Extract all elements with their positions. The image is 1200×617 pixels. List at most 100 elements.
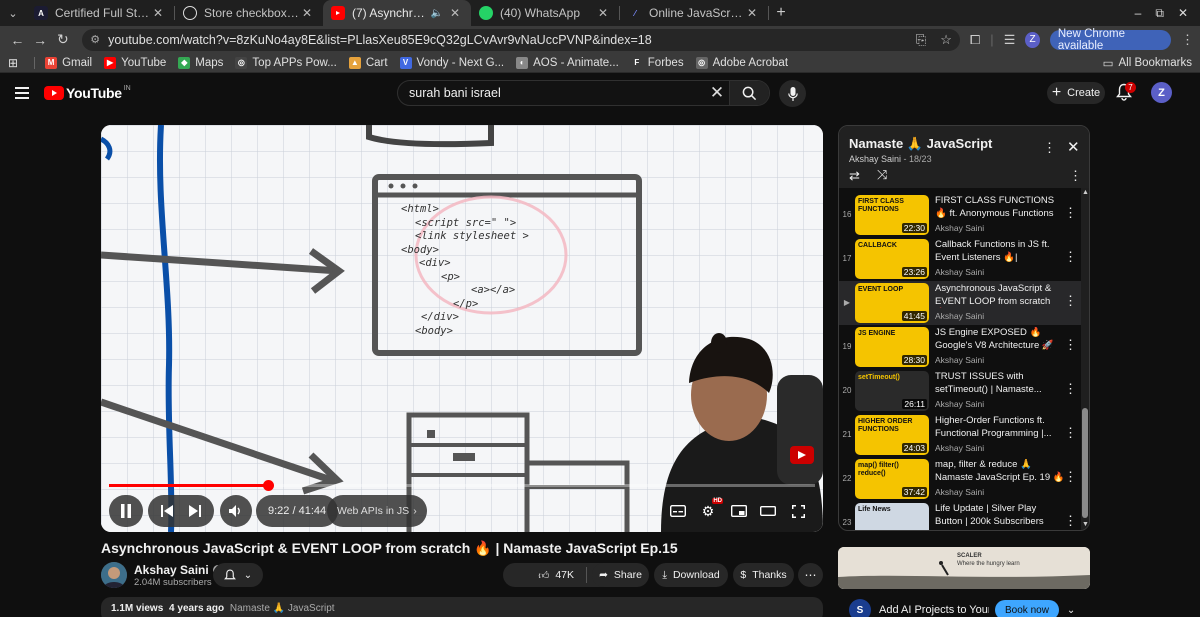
bookmark-star-icon[interactable]: ☆ bbox=[940, 32, 952, 48]
playlist-item[interactable]: 20 setTimeout() 26:11 TRUST ISSUES with set… bbox=[839, 369, 1081, 413]
new-tab-icon[interactable]: + bbox=[769, 0, 793, 26]
install-app-icon[interactable]: ⎘ bbox=[916, 32, 926, 48]
address-bar[interactable]: ⚙ youtube.com/watch?v=8zKuNo4ay8E&list=P… bbox=[82, 28, 960, 51]
bookmark-item[interactable]: V Vondy - Next G... bbox=[399, 56, 504, 69]
bookmark-item[interactable]: F Forbes bbox=[630, 56, 684, 69]
video-thumbnail[interactable]: map() filter() reduce() 37:42 bbox=[855, 459, 929, 499]
playlist-item[interactable]: 19 JS ENGINE 28:30 JS Engine EXPOSED 🔥 Goog… bbox=[839, 325, 1081, 369]
playlist-item-current[interactable]: ▶ EVENT LOOP 41:45 Asynchronous JavaScript … bbox=[839, 281, 1081, 325]
more-actions-button[interactable]: ⋯ bbox=[798, 563, 823, 587]
download-button[interactable]: ⤓ Download bbox=[654, 563, 728, 587]
item-menu-icon[interactable]: ⋮ bbox=[1064, 337, 1077, 353]
chevron-down-icon[interactable]: ⌄ bbox=[1067, 605, 1075, 616]
item-menu-icon[interactable]: ⋮ bbox=[1064, 249, 1077, 265]
search-input[interactable]: surah bani israel bbox=[398, 86, 705, 100]
tab-search-icon[interactable]: ⌄ bbox=[0, 0, 26, 26]
ad-banner[interactable]: SCALER Where the hungry learn bbox=[838, 547, 1090, 589]
youtube-logo[interactable]: YouTube IN bbox=[44, 85, 131, 101]
url-text[interactable]: youtube.com/watch?v=8zKuNo4ay8E&list=PLl… bbox=[108, 33, 902, 47]
all-bookmarks-button[interactable]: ▭ All Bookmarks bbox=[1103, 56, 1192, 70]
bookmark-item[interactable]: ◎ Adobe Acrobat bbox=[695, 56, 788, 69]
bookmark-item[interactable]: ▶ YouTube bbox=[104, 56, 166, 69]
item-menu-icon[interactable]: ⋮ bbox=[1064, 293, 1077, 309]
scroll-up-icon[interactable]: ▲ bbox=[1082, 189, 1089, 196]
bookmark-item[interactable]: ◎ Top APPs Pow... bbox=[235, 56, 337, 69]
tab-close-icon[interactable]: ✕ bbox=[299, 6, 315, 20]
volume-button[interactable] bbox=[220, 495, 252, 527]
clear-search-icon[interactable]: ✕ bbox=[705, 83, 729, 103]
description-box[interactable]: 1.1M views 4 years ago Namaste 🙏 JavaScr… bbox=[101, 597, 823, 617]
previous-icon[interactable] bbox=[161, 505, 173, 517]
chapter-button[interactable]: Web APIs in JS › bbox=[327, 495, 427, 527]
maximize-icon[interactable]: ⧉ bbox=[1155, 6, 1164, 21]
playlist-item[interactable]: 23Life News9:03Life Update | Silver Play… bbox=[839, 501, 1081, 530]
loop-icon[interactable]: ⇄ bbox=[849, 168, 860, 184]
browser-tab[interactable]: ⁄ Online JavaScript Comp ✕ bbox=[620, 0, 768, 26]
channel-name[interactable]: Akshay Saini bbox=[134, 563, 209, 577]
playlist-more-icon[interactable]: ⋮ bbox=[1069, 168, 1082, 184]
apps-grid-icon[interactable]: ⊞ bbox=[8, 56, 18, 70]
progress-scrubber[interactable] bbox=[262, 480, 274, 491]
minimize-icon[interactable]: – bbox=[1135, 6, 1142, 20]
close-window-icon[interactable]: ✕ bbox=[1178, 6, 1188, 20]
tab-close-icon[interactable]: ✕ bbox=[447, 6, 463, 20]
video-thumbnail[interactable]: Life News9:03 bbox=[855, 503, 929, 530]
account-avatar[interactable]: Z bbox=[1151, 82, 1172, 103]
item-menu-icon[interactable]: ⋮ bbox=[1064, 425, 1077, 441]
voice-search-button[interactable] bbox=[779, 80, 806, 107]
playlist-menu-icon[interactable]: ⋮ bbox=[1043, 140, 1056, 156]
browser-tab[interactable]: (40) WhatsApp ✕ bbox=[471, 0, 619, 26]
video-thumbnail[interactable]: JS ENGINE 28:30 bbox=[855, 327, 929, 367]
reload-icon[interactable]: ↻ bbox=[52, 28, 75, 52]
browser-tab[interactable]: A Certified Full Stack Deve ✕ bbox=[26, 0, 174, 26]
thanks-button[interactable]: $ Thanks bbox=[733, 563, 794, 587]
browser-tab-active[interactable]: (7) Asynchronous Jav 🔈 ✕ bbox=[323, 0, 471, 26]
playlist-owner[interactable]: Akshay Saini bbox=[849, 154, 901, 164]
item-menu-icon[interactable]: ⋮ bbox=[1064, 205, 1077, 221]
pause-button[interactable] bbox=[109, 495, 143, 527]
ad-text[interactable]: Add AI Projects to Your CV bbox=[879, 604, 989, 616]
site-info-icon[interactable]: ⚙ bbox=[90, 33, 100, 46]
scrollbar-thumb[interactable] bbox=[1082, 408, 1088, 518]
playlist-item[interactable]: 16 FIRST CLASS FUNCTIONS 22:30 FIRST CLASS … bbox=[839, 193, 1081, 237]
playlist-item[interactable]: 17 CALLBACK 23:26 Callback Functions in JS … bbox=[839, 237, 1081, 281]
bookmark-item[interactable]: M Gmail bbox=[45, 56, 92, 69]
tab-close-icon[interactable]: ✕ bbox=[150, 6, 166, 20]
playlist-item[interactable]: 21 HIGHER ORDER FUNCTIONS 24:03 Higher-Orde… bbox=[839, 413, 1081, 457]
bookmark-item[interactable]: ◆ Maps bbox=[178, 56, 223, 69]
profile-avatar[interactable]: Z bbox=[1025, 31, 1040, 48]
video-thumbnail[interactable]: EVENT LOOP 41:45 bbox=[855, 283, 929, 323]
item-menu-icon[interactable]: ⋮ bbox=[1064, 469, 1077, 485]
theater-mode-icon[interactable] bbox=[757, 501, 779, 521]
like-button[interactable]: 👍︎ 47K bbox=[538, 569, 574, 582]
channel-name-row[interactable]: Akshay Saini ✓ bbox=[134, 563, 223, 577]
create-button[interactable]: + Create bbox=[1047, 82, 1105, 104]
subscribed-notification-button[interactable]: ⌄ bbox=[213, 563, 263, 587]
playlist-title[interactable]: Namaste 🙏 JavaScript bbox=[849, 136, 992, 152]
video-thumbnail[interactable]: setTimeout() 26:11 bbox=[855, 371, 929, 411]
browser-tab[interactable]: Store checkbox value ✕ bbox=[175, 0, 323, 26]
menu-hamburger-icon[interactable] bbox=[15, 87, 29, 99]
item-menu-icon[interactable]: ⋮ bbox=[1064, 513, 1077, 529]
extensions-icon[interactable]: ⧠ bbox=[970, 32, 980, 48]
back-arrow-icon[interactable]: ← bbox=[6, 28, 29, 52]
bookmark-item[interactable]: ▲ Cart bbox=[348, 56, 388, 69]
channel-avatar[interactable] bbox=[101, 562, 127, 588]
miniplayer-icon[interactable] bbox=[728, 501, 750, 521]
reading-list-icon[interactable]: ☰ bbox=[1004, 32, 1016, 48]
tab-close-icon[interactable]: ✕ bbox=[744, 6, 760, 20]
ad-cta-button[interactable]: Book now bbox=[995, 600, 1059, 617]
chrome-update-button[interactable]: New Chrome available bbox=[1049, 28, 1171, 52]
settings-gear-icon[interactable]: ⚙ HD bbox=[697, 498, 723, 521]
fullscreen-icon[interactable] bbox=[787, 501, 809, 521]
playlist-item[interactable]: 22 map() filter() reduce() 37:42 map, filte… bbox=[839, 457, 1081, 501]
scroll-down-icon[interactable]: ▼ bbox=[1082, 521, 1089, 528]
close-icon[interactable]: ✕ bbox=[1067, 138, 1080, 156]
browser-menu-icon[interactable]: ⋮ bbox=[1181, 32, 1194, 48]
video-player[interactable]: <html> <script src=" "> <link stylesheet >… bbox=[101, 125, 823, 532]
progress-bar[interactable] bbox=[109, 480, 815, 491]
subtitles-icon[interactable] bbox=[667, 501, 689, 521]
tab-close-icon[interactable]: ✕ bbox=[595, 6, 611, 20]
item-menu-icon[interactable]: ⋮ bbox=[1064, 381, 1077, 397]
next-icon[interactable] bbox=[189, 505, 201, 517]
